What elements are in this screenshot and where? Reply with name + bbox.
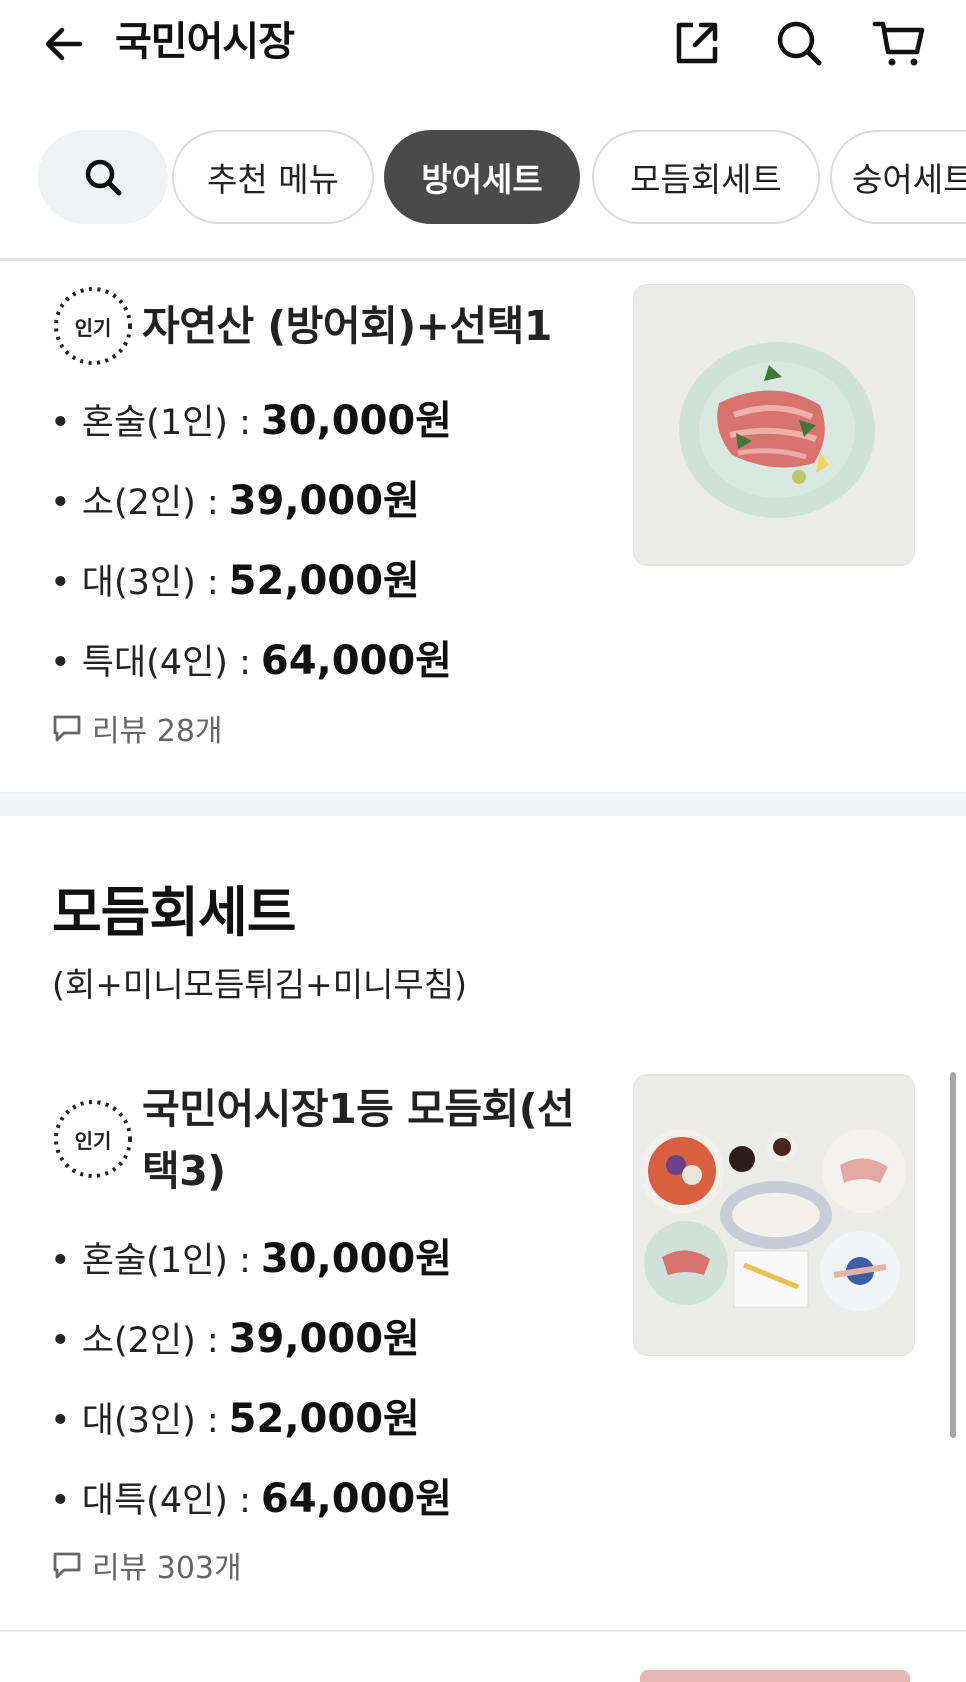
item-name: 국민어시장1등 모듬회(선 택3) (142, 1078, 612, 1202)
section-subtitle: (회+미니모듬튀김+미니무침) (52, 965, 468, 1004)
review-count: 리뷰 28개 (52, 706, 223, 750)
price-row: • 대(3인) : 52,000원 (50, 1396, 420, 1442)
item-divider (0, 1630, 966, 1632)
section-title: 모듬회세트 (52, 881, 296, 944)
price-row: • 소(2인) : 39,000원 (50, 478, 420, 524)
price-row: • 혼술(1인) : 30,000원 (50, 398, 453, 444)
price-row: • 대(3인) : 52,000원 (50, 558, 420, 604)
tab-search-button[interactable] (38, 130, 168, 224)
share-external-icon (676, 22, 718, 64)
tab-recommended[interactable]: 추천 메뉴 (172, 130, 374, 224)
search-button[interactable] (770, 14, 828, 72)
cart-button[interactable] (870, 14, 928, 72)
comment-icon (53, 1552, 81, 1579)
price-row: • 소(2인) : 39,000원 (50, 1316, 420, 1362)
cart-icon (872, 21, 925, 66)
next-item-photo-peek (640, 1670, 910, 1682)
sashimi-platter-image (634, 1075, 914, 1355)
sashimi-plate-image (634, 285, 914, 565)
comment-icon (53, 715, 81, 742)
scrollbar[interactable] (950, 1072, 956, 1438)
search-icon (85, 159, 122, 196)
app-header: 국민어시장 (0, 0, 966, 120)
item-photo-modum (633, 1074, 915, 1356)
popular-badge: 인기 (50, 283, 136, 369)
tab-bangeo-set[interactable]: 방어세트 (384, 130, 580, 224)
tabs-divider (0, 258, 966, 261)
search-icon (777, 21, 822, 66)
category-tabs: 추천 메뉴 방어세트 모듬회세트 숭어세트 (0, 128, 966, 228)
item-name-line-1: 국민어시장1등 모듬회(선 (142, 1085, 575, 1133)
item-photo-bangeo (633, 284, 915, 566)
back-button[interactable] (38, 18, 90, 70)
page-title: 국민어시장 (115, 19, 295, 65)
section-separator (0, 792, 966, 816)
price-row: • 특대(4인) : 64,000원 (50, 638, 453, 684)
popular-badge: 인기 (50, 1096, 136, 1182)
tab-modum-set[interactable]: 모듬회세트 (592, 130, 820, 224)
price-row: • 대특(4인) : 64,000원 (50, 1476, 453, 1522)
price-row: • 혼술(1인) : 30,000원 (50, 1236, 453, 1282)
share-button[interactable] (668, 14, 726, 72)
item-name-line-2: 택3) (142, 1147, 226, 1195)
arrow-left-icon (45, 27, 83, 61)
review-count: 리뷰 303개 (52, 1543, 242, 1587)
item-name: 자연산 (방어회)+선택1 (142, 302, 552, 350)
tab-sungeo-set[interactable]: 숭어세트 (830, 130, 966, 224)
